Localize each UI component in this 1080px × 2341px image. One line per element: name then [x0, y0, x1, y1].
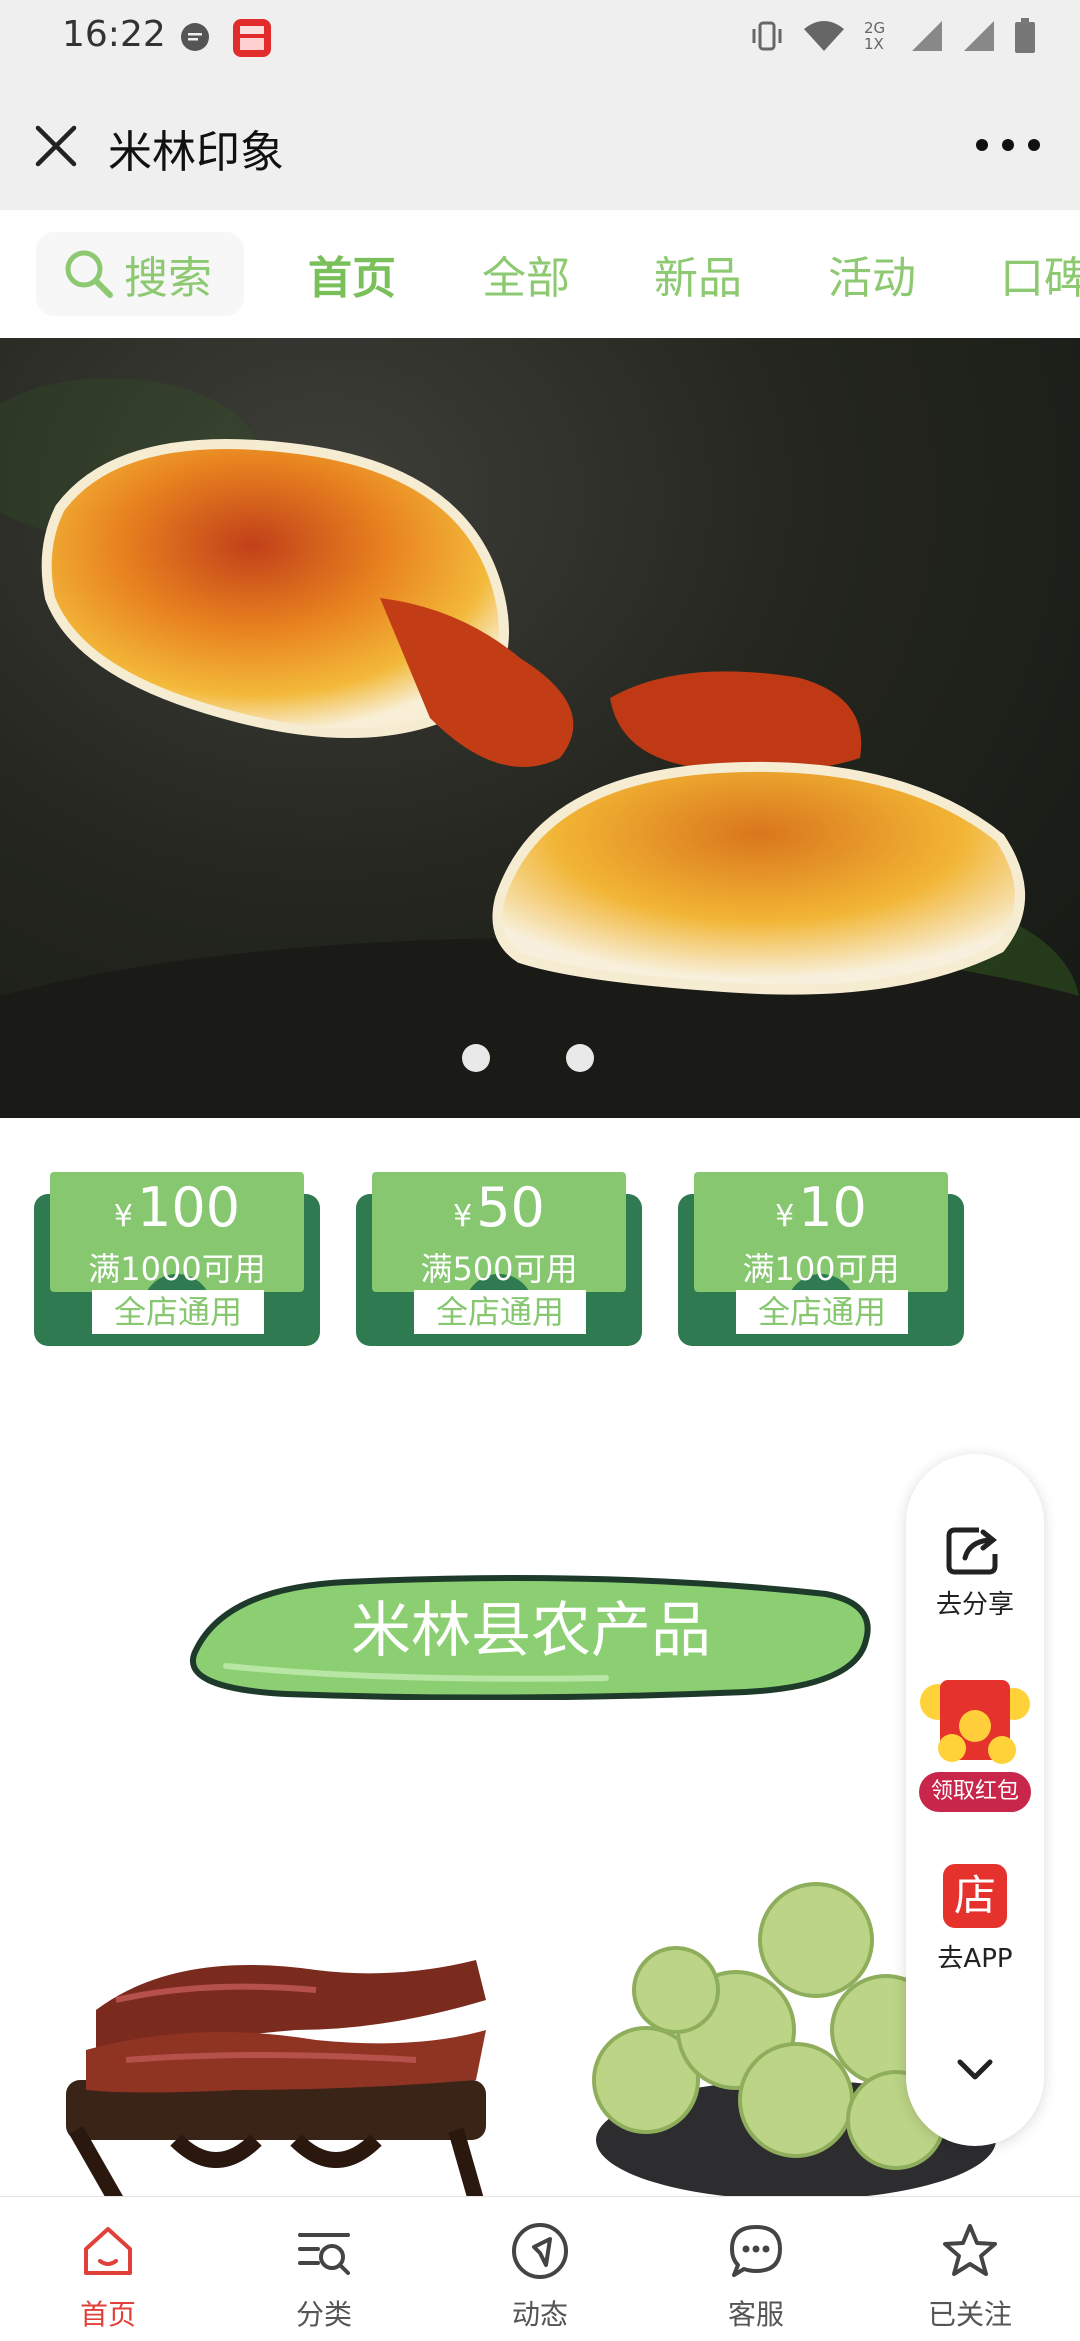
star-icon: [943, 2224, 997, 2276]
product-image: [66, 1960, 486, 2204]
carousel-dot-2[interactable]: [566, 1044, 594, 1072]
compass-navigation-icon: [512, 2223, 568, 2279]
status-time: 16:22: [62, 14, 166, 55]
coupon-scope: 全店通用: [92, 1290, 264, 1334]
chevron-down-icon: [957, 2059, 993, 2080]
coupon-amount: 50: [476, 1176, 545, 1239]
vibrate-icon: [752, 21, 782, 51]
category-search-icon: [298, 2233, 350, 2275]
store-app-icon: 店: [943, 1864, 1007, 1928]
more-dot: [1028, 139, 1040, 151]
share-icon: [946, 1527, 998, 1575]
tabbar-label: 已关注: [927, 2298, 1012, 2331]
red-packet-icon: [920, 1680, 1030, 1764]
collapse-panel-button[interactable]: [950, 2050, 1000, 2090]
signal-strength-2-icon: [964, 21, 994, 51]
red-packet-label: 领取红包: [919, 1772, 1031, 1812]
tmall-app-notification-icon: [233, 19, 271, 57]
search-icon: [65, 250, 113, 298]
tabbar-feed[interactable]: 动态: [460, 2197, 620, 2341]
coupon-condition: 满1000可用: [88, 1250, 266, 1288]
tabbar-label: 分类: [295, 2298, 352, 2331]
tabbar-label: 动态: [511, 2298, 568, 2331]
coupon-condition: 满500可用: [420, 1250, 578, 1288]
tab-all[interactable]: 全部: [482, 242, 570, 306]
coupon-scope: 全店通用: [736, 1290, 908, 1334]
open-app-label: 去APP: [937, 1944, 1013, 1974]
coupon-condition: 满100可用: [742, 1250, 900, 1288]
share-label: 去分享: [935, 1590, 1014, 1620]
red-packet-button[interactable]: 领取红包: [906, 1672, 1044, 1822]
coupon-currency: ¥: [113, 1199, 133, 1234]
close-icon: [35, 125, 77, 167]
store-nav: 搜索 首页 全部 新品 活动 口碑: [0, 210, 1080, 339]
coupon-card[interactable]: ¥50 满500可用 全店通用: [356, 1172, 642, 1346]
carousel-dot-1[interactable]: [462, 1044, 490, 1072]
battery-icon: [1015, 18, 1035, 53]
coupon-amount: 100: [137, 1176, 241, 1239]
coupon-amount: 10: [798, 1176, 867, 1239]
page-title: 米林印象: [108, 127, 284, 178]
product-card-dried-root[interactable]: [56, 1930, 496, 2204]
more-dot: [976, 139, 988, 151]
tabbar-category[interactable]: 分类: [244, 2197, 404, 2341]
search-label: 搜索: [124, 253, 212, 304]
coupon-currency: ¥: [453, 1199, 473, 1234]
bottom-tab-bar: 首页 分类 动态 客服 已关注: [0, 2196, 1080, 2341]
close-button[interactable]: [30, 120, 82, 172]
share-button[interactable]: 去分享: [906, 1524, 1044, 1634]
tabbar-home[interactable]: 首页: [28, 2197, 188, 2341]
tab-new[interactable]: 新品: [654, 242, 742, 306]
more-options-button[interactable]: [976, 120, 1040, 170]
section-header: 米林县农产品: [186, 1570, 876, 1700]
floating-action-panel: 去分享 领取红包 店 去APP: [906, 1454, 1044, 2146]
coupon-currency: ¥: [775, 1199, 795, 1234]
coupon-card[interactable]: ¥100 满1000可用 全店通用: [34, 1172, 320, 1346]
chat-bubble-icon: [730, 2225, 782, 2277]
banner-carousel[interactable]: [0, 338, 1080, 1118]
home-icon: [84, 2227, 132, 2275]
app-header: 米林印象: [0, 80, 1080, 210]
tabbar-following[interactable]: 已关注: [890, 2197, 1050, 2341]
status-bar: 16:22 2G 1X: [0, 0, 1080, 80]
tabbar-label: 首页: [79, 2298, 136, 2331]
tab-activity[interactable]: 活动: [828, 242, 916, 306]
coupon-scope: 全店通用: [414, 1290, 586, 1334]
wifi-icon: [804, 21, 844, 51]
open-app-button[interactable]: 店 去APP: [906, 1864, 1044, 1984]
tab-home[interactable]: 首页: [308, 242, 396, 306]
more-dot: [1002, 139, 1014, 151]
banner-image: [0, 439, 1080, 1118]
tab-reviews[interactable]: 口碑: [1000, 242, 1080, 306]
signal-strength-icon: [912, 21, 942, 51]
search-button[interactable]: 搜索: [36, 232, 244, 316]
tabbar-customer-service[interactable]: 客服: [676, 2197, 836, 2341]
message-notification-icon: [181, 23, 209, 51]
section-title: 米林县农产品: [351, 1596, 711, 1666]
tabbar-label: 客服: [727, 2298, 784, 2331]
network-type-label: 2G 1X: [864, 19, 886, 53]
coupon-card[interactable]: ¥10 满100可用 全店通用: [678, 1172, 964, 1346]
